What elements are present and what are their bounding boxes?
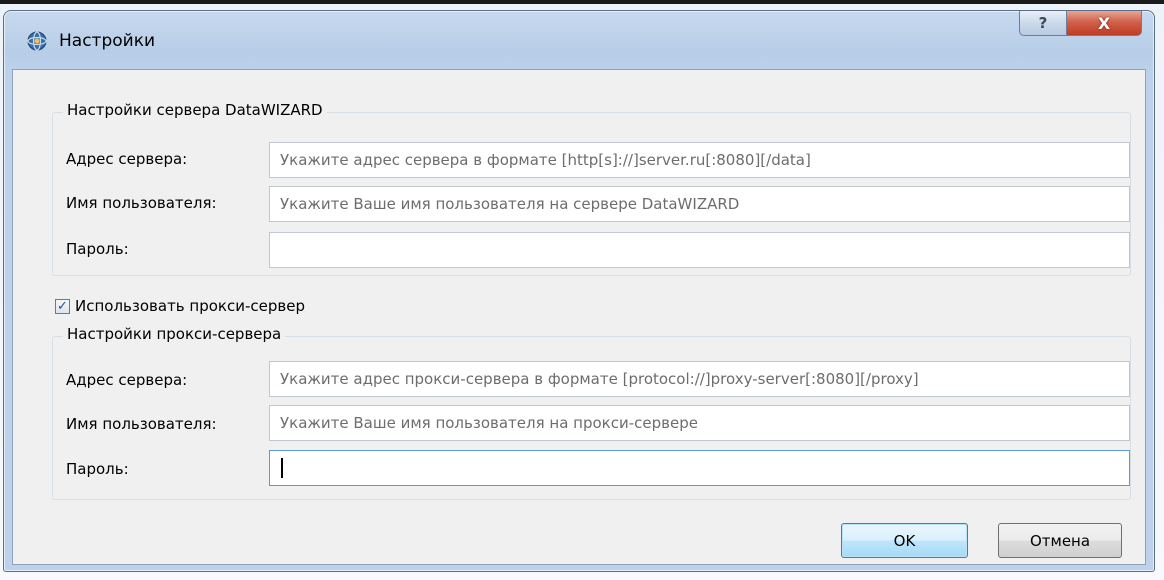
proxy-group-title: Настройки прокси-сервера — [63, 325, 286, 343]
cancel-button[interactable]: Отмена — [998, 523, 1122, 558]
ok-button[interactable]: OK — [841, 523, 968, 558]
server-address-label: Адрес сервера: — [66, 150, 188, 168]
server-password-label: Пароль: — [66, 240, 129, 258]
proxy-username-input[interactable]: Укажите Ваше имя пользователя на прокси-… — [269, 405, 1130, 441]
close-button[interactable]: X — [1066, 11, 1142, 36]
server-username-input[interactable]: Укажите Ваше имя пользователя на сервере… — [269, 186, 1130, 222]
server-address-input[interactable]: Укажите адрес сервера в формате [http[s]… — [269, 142, 1130, 178]
close-icon: X — [1097, 13, 1111, 33]
proxy-password-label: Пароль: — [66, 460, 129, 478]
settings-app-icon — [27, 31, 47, 51]
help-icon: ? — [1038, 14, 1048, 32]
server-password-input[interactable] — [269, 232, 1130, 268]
title-bar[interactable]: Настройки ? X — [4, 11, 1154, 69]
proxy-address-input[interactable]: Укажите адрес прокси-сервера в формате [… — [269, 361, 1130, 397]
proxy-address-label: Адрес сервера: — [66, 371, 188, 389]
checkmark-icon: ✓ — [57, 299, 68, 314]
settings-dialog: Настройки ? X Настройки сервера DataWIZA… — [3, 10, 1155, 572]
server-group-title: Настройки сервера DataWIZARD — [63, 101, 327, 119]
server-username-label: Имя пользователя: — [66, 194, 217, 212]
text-caret — [281, 458, 283, 478]
use-proxy-label[interactable]: Использовать прокси-сервер — [75, 297, 305, 315]
proxy-password-input[interactable] — [269, 450, 1130, 486]
dialog-client-area: Настройки сервера DataWIZARD Адрес серве… — [12, 69, 1146, 565]
help-button[interactable]: ? — [1019, 11, 1067, 36]
window-title: Настройки — [59, 31, 156, 51]
use-proxy-checkbox[interactable]: ✓ — [55, 299, 70, 314]
proxy-username-label: Имя пользователя: — [66, 415, 217, 433]
